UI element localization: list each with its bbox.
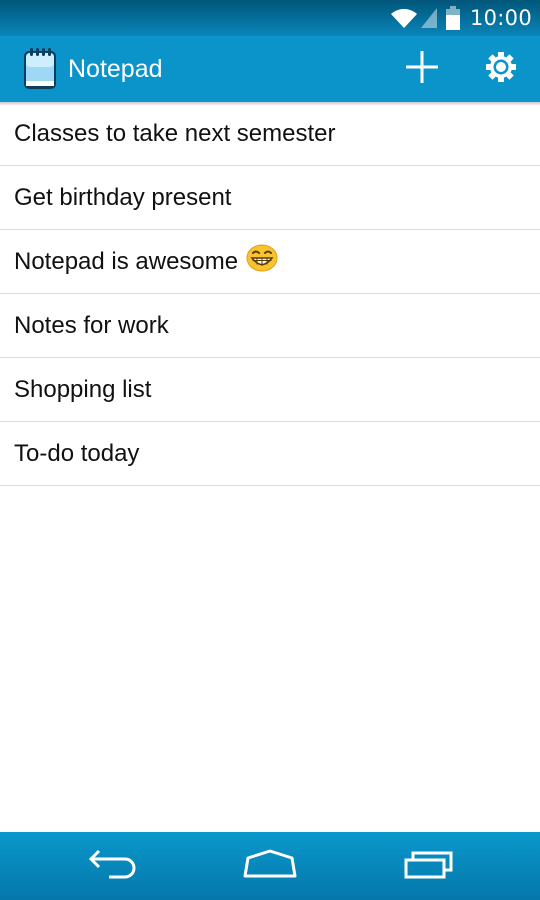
note-item[interactable]: Get birthday present [0, 166, 540, 230]
note-item[interactable]: To-do today [0, 422, 540, 486]
note-title: Notes for work [14, 311, 169, 339]
action-bar: Notepad [0, 36, 540, 102]
status-bar: 10:00 [0, 0, 540, 36]
navigation-bar [0, 832, 540, 900]
settings-button[interactable] [477, 45, 525, 93]
recents-button[interactable] [394, 844, 464, 888]
note-item[interactable]: Shopping list [0, 358, 540, 422]
grinning-face-icon [246, 244, 278, 279]
plus-icon [404, 49, 440, 90]
cell-signal-icon [420, 7, 438, 29]
gear-icon [485, 51, 517, 88]
home-button[interactable] [235, 844, 305, 888]
notepad-icon[interactable] [22, 47, 58, 96]
note-title: Get birthday present [14, 183, 232, 211]
back-button[interactable] [78, 844, 148, 888]
note-item[interactable]: Notepad is awesome [0, 230, 540, 294]
home-icon [242, 849, 298, 884]
back-icon [87, 849, 139, 884]
note-item[interactable]: Notes for work [0, 294, 540, 358]
note-title: Shopping list [14, 375, 152, 403]
recents-icon [403, 849, 455, 884]
app-title: Notepad [68, 55, 163, 83]
wifi-icon [390, 7, 418, 29]
note-item[interactable]: Classes to take next semester [0, 102, 540, 166]
status-icons: 10:00 [390, 0, 532, 36]
note-title: Notepad is awesome [14, 247, 239, 275]
note-title: To-do today [14, 439, 140, 467]
status-clock: 10:00 [469, 6, 532, 30]
battery-icon [445, 6, 460, 30]
screen: 10:00 Notepad Classes to take next semes… [0, 0, 540, 900]
note-title: Classes to take next semester [14, 119, 336, 147]
note-list: Classes to take next semester Get birthd… [0, 102, 540, 486]
add-note-button[interactable] [398, 45, 446, 93]
